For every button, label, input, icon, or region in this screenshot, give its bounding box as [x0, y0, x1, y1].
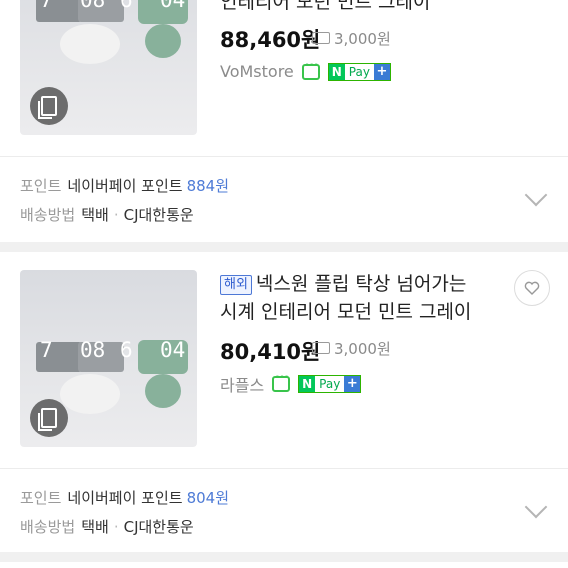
npay-badge: N Pay + [327, 62, 391, 81]
talk-icon[interactable] [301, 58, 320, 80]
chevron-down-icon[interactable] [524, 183, 548, 207]
section-divider [0, 552, 568, 562]
store-name[interactable]: 라플스 [220, 372, 264, 396]
section-divider [0, 242, 568, 252]
product-card[interactable]: 7 08 6 04 해외 넥스원 플립 탁상 넘어가는 시계 인테리어 모던 민트… [0, 252, 568, 468]
truck-icon [312, 32, 330, 44]
delivery-row: 배송방법 택배 · CJ대한통운 [20, 518, 194, 536]
clock-digit: 04 [160, 338, 186, 362]
shipping-fee: 3,000원 [312, 338, 391, 359]
copy-icon[interactable] [30, 399, 68, 437]
title-line: 시계 인테리어 모던 민트 그레이 [220, 301, 472, 323]
truck-icon [312, 342, 330, 354]
product-thumbnail[interactable]: 7 08 6 04 [20, 270, 197, 447]
product-info-panel: 포인트 네이버페이 포인트 804원 배송방법 택배 · CJ대한통운 [0, 468, 568, 553]
clock-digit: 08 [80, 338, 106, 362]
title-line: 넥스원 플립 탁상 넘어가는 [255, 273, 467, 295]
npay-badge: N Pay + [298, 375, 362, 393]
clock-stand [60, 374, 120, 414]
clock-stand [60, 24, 120, 64]
clock-digit: 08 [80, 0, 106, 12]
title-line: 인테리어 모던 민트 그레이 [220, 0, 431, 13]
product-title[interactable]: 인테리어 모던 민트 그레이 [220, 0, 510, 16]
store-name[interactable]: VoMstore [220, 62, 294, 81]
product-card[interactable]: 7 08 6 04 인테리어 모던 민트 그레이 88,460원 3,000원 … [0, 0, 568, 156]
clock-digit: 6 [120, 0, 133, 12]
overseas-badge: 해외 [220, 275, 252, 295]
product-price: 88,460원 [220, 28, 321, 52]
points-row: 포인트 네이버페이 포인트 804원 [20, 489, 230, 507]
clock-mint-stand [145, 24, 181, 58]
shipping-fee: 3,000원 [312, 28, 391, 49]
clock-mint-stand [145, 374, 181, 408]
wishlist-button[interactable] [514, 270, 550, 306]
copy-icon[interactable] [30, 87, 68, 125]
product-info-panel: 포인트 네이버페이 포인트 884원 배송방법 택배 · CJ대한통운 [0, 156, 568, 243]
chevron-down-icon[interactable] [524, 495, 548, 519]
store-row: VoMstore N Pay + [220, 58, 391, 81]
heart-icon [524, 281, 540, 295]
delivery-row: 배송방법 택배 · CJ대한통운 [20, 206, 194, 224]
product-price: 80,410원 [220, 340, 321, 364]
store-row: 라플스 N Pay + [220, 370, 362, 396]
clock-digit: 7 [40, 338, 53, 362]
product-thumbnail[interactable]: 7 08 6 04 [20, 0, 197, 135]
product-title[interactable]: 해외 넥스원 플립 탁상 넘어가는 시계 인테리어 모던 민트 그레이 [220, 270, 510, 326]
clock-digit: 6 [120, 338, 133, 362]
clock-digit: 04 [160, 0, 186, 12]
clock-digit: 7 [40, 0, 53, 12]
points-row: 포인트 네이버페이 포인트 884원 [20, 177, 230, 195]
talk-icon[interactable] [272, 370, 291, 392]
